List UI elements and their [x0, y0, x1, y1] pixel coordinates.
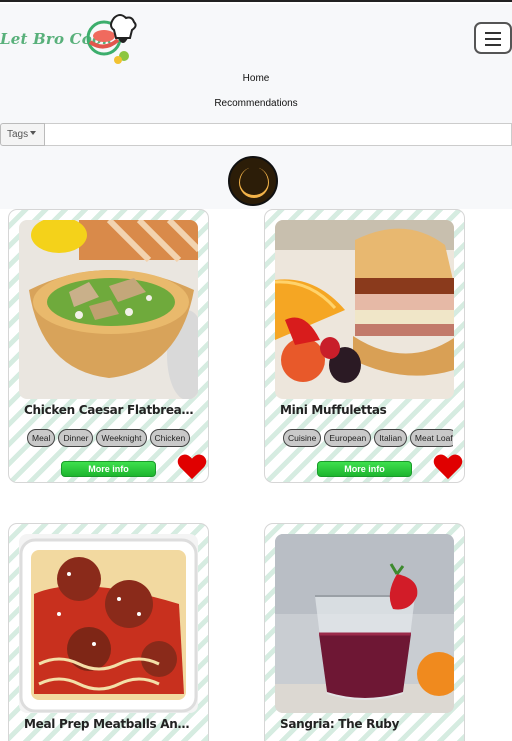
heart-icon[interactable] [433, 453, 463, 481]
recipe-title: Chicken Caesar Flatbread Bowls [24, 403, 194, 417]
recipe-tag[interactable]: Dinner [58, 429, 94, 447]
recipe-tag[interactable]: Meat Loaf [409, 429, 453, 447]
heart-icon[interactable] [177, 453, 207, 481]
recipe-title: Meal Prep Meatballs And Spaghetti [24, 717, 194, 731]
navbar: Let Bro Cook Home Recommendations Tags [0, 4, 512, 209]
recipe-photo[interactable] [275, 534, 454, 713]
recipe-tag[interactable]: European [324, 429, 372, 447]
brand-logo[interactable]: Let Bro Cook [0, 12, 140, 68]
more-info-button[interactable]: More info [61, 461, 156, 477]
hamburger-icon [485, 32, 501, 34]
search-input[interactable] [45, 123, 512, 146]
recipe-tags: Cuisine European Italian Meat Loaf [283, 429, 453, 447]
recipe-tag[interactable]: Meal [27, 429, 56, 447]
tags-dropdown-button[interactable]: Tags [0, 123, 45, 146]
recipe-photo[interactable] [19, 220, 198, 399]
chef-logo-icon [86, 14, 137, 64]
recipe-card: Sangria: The Ruby [264, 523, 465, 741]
more-info-button[interactable]: More info [317, 461, 412, 477]
recipe-tags: Meal Dinner Weeknight Chicken [27, 429, 197, 447]
recipe-tag[interactable]: Weeknight [96, 429, 147, 447]
recipe-photo[interactable] [275, 220, 454, 399]
recipe-title: Mini Muffulettas [280, 403, 387, 417]
recipe-tag[interactable]: Chicken [149, 429, 191, 447]
recipe-card: Mini Muffulettas Cuisine European Italia… [264, 209, 465, 483]
loading-spinner-icon [228, 156, 278, 206]
recipe-card: Chicken Caesar Flatbread Bowls Meal Dinn… [8, 209, 209, 483]
recipe-card: Meal Prep Meatballs And Spaghetti [8, 523, 209, 741]
recipe-tag[interactable]: Cuisine [283, 429, 322, 447]
menu-toggle-button[interactable] [474, 22, 512, 54]
recipe-title: Sangria: The Ruby [280, 717, 400, 731]
caret-down-icon [30, 131, 37, 135]
nav-link-recommendations[interactable]: Recommendations [0, 98, 512, 109]
recipe-photo[interactable] [19, 534, 198, 713]
nav-link-home[interactable]: Home [0, 73, 512, 84]
recipe-tag[interactable]: Italian [374, 429, 407, 447]
tags-label: Tags [7, 129, 29, 140]
